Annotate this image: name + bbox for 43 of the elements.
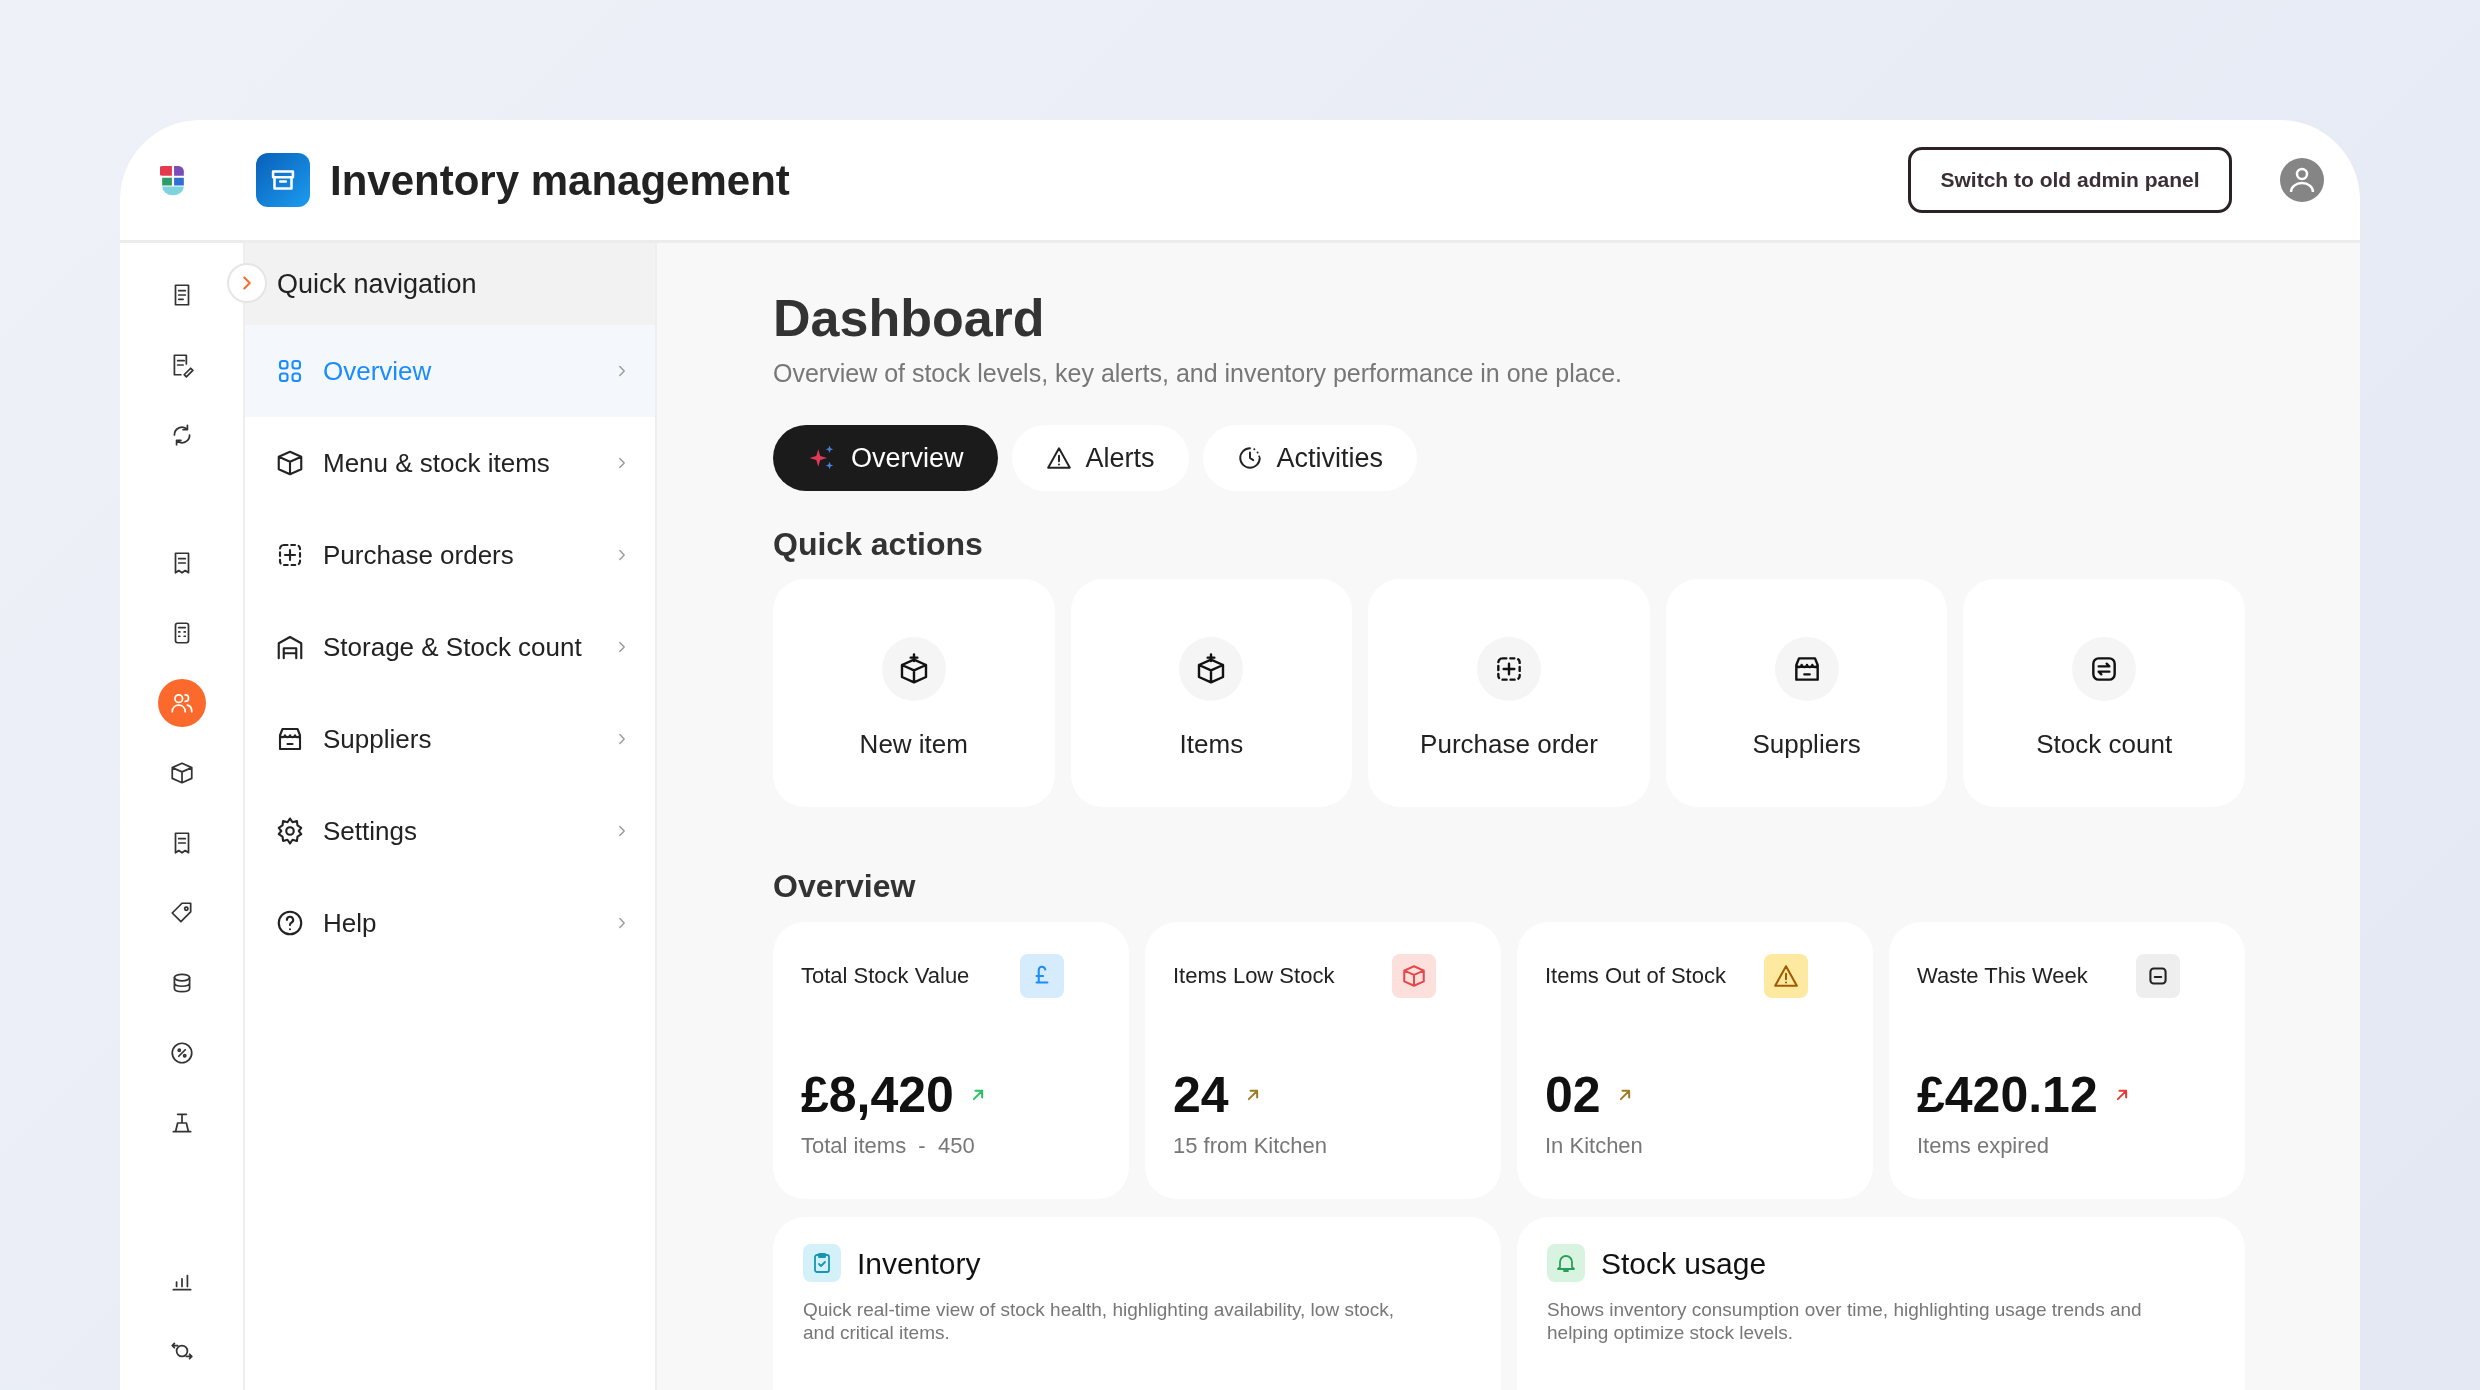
stat-note: Total items - 450 xyxy=(801,1131,976,1160)
stat-value: 02 xyxy=(1545,1067,1601,1123)
panel-description: Quick real-time view of stock health, highlighting availability, low stock, and critical items. xyxy=(803,1297,1395,1344)
app-icon xyxy=(256,153,310,207)
quick-action-card[interactable]: Suppliers xyxy=(1665,579,1948,808)
quick-action-card[interactable]: New item xyxy=(773,579,1055,808)
warning-icon xyxy=(1045,444,1072,471)
stat-title: Waste This Week xyxy=(1917,962,2089,991)
warning-icon xyxy=(1773,962,1799,989)
switch-panel-button[interactable]: Switch to old admin panel xyxy=(1908,147,2232,213)
panel-title: Inventory xyxy=(857,1245,981,1282)
stat-note: In Kitchen xyxy=(1545,1131,1644,1160)
help-icon xyxy=(275,908,305,938)
stat-note: 15 from Kitchen xyxy=(1173,1131,1329,1160)
stat-title: Items Low Stock xyxy=(1173,962,1336,991)
page-subtitle: Overview of stock levels, key alerts, and inventory performance in one place. xyxy=(773,358,1623,390)
panel-description: Shows inventory consumption over time, highlighting usage trends and helping optimize stock levels. xyxy=(1547,1297,2143,1344)
box-icon xyxy=(1401,962,1427,989)
percent-badge-icon xyxy=(168,1040,195,1066)
user-avatar[interactable] xyxy=(2280,158,2324,202)
page-title: Dashboard xyxy=(773,288,1046,349)
stat-value: £8,420 xyxy=(801,1067,954,1123)
tab[interactable]: Activities xyxy=(1202,424,1418,491)
stat-title: Total Stock Value xyxy=(801,962,971,991)
panel-title: Quick navigation xyxy=(245,243,655,325)
tab[interactable]: Overview xyxy=(773,424,998,491)
stat-value: £420.12 xyxy=(1917,1067,2098,1123)
app-title: Inventory management xyxy=(330,155,790,206)
panel-title: Stock usage xyxy=(1601,1245,1767,1282)
section-heading: Overview xyxy=(773,867,917,906)
gear-icon xyxy=(275,816,305,846)
app-logo xyxy=(160,163,186,197)
stat-title: Items Out of Stock xyxy=(1545,962,1727,991)
clock-icon xyxy=(1236,444,1263,471)
section-heading: Quick actions xyxy=(773,524,984,564)
quick-action-card[interactable]: Items xyxy=(1070,579,1353,808)
box-icon xyxy=(168,760,195,786)
stat-note: Items expired xyxy=(1917,1131,2051,1160)
tab[interactable]: Alerts xyxy=(1011,424,1189,491)
box-icon xyxy=(275,448,305,478)
quick-action-card[interactable]: Stock count xyxy=(1963,579,2245,808)
quick-action-card[interactable]: Purchase order xyxy=(1368,579,1650,808)
stat-value: 24 xyxy=(1173,1067,1229,1123)
